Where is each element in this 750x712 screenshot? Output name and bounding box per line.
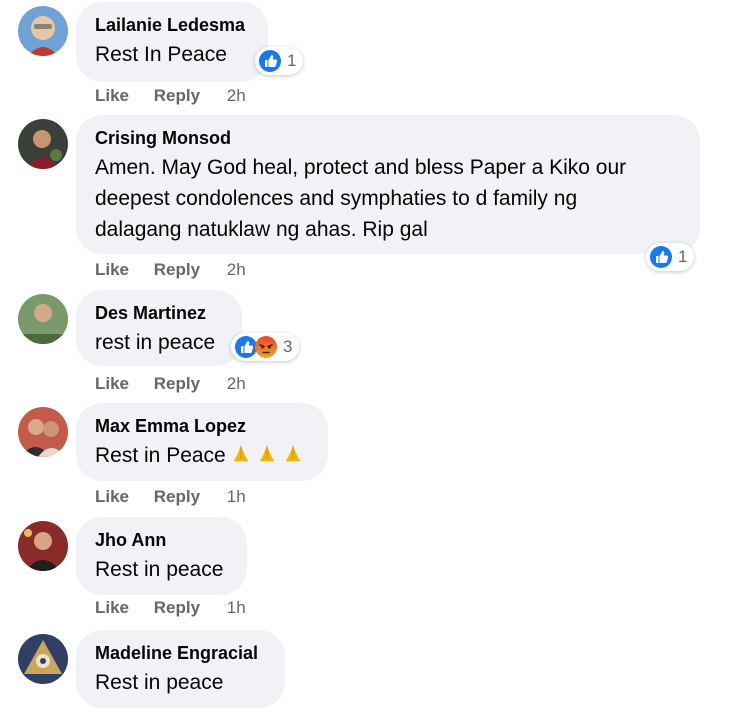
comment-text-line: Rest In Peace xyxy=(95,43,227,66)
comment-text-line: rest in peace xyxy=(95,331,216,354)
comment-text: Amen. May God heal, protect and bless Pa… xyxy=(95,152,680,245)
comment-timestamp[interactable]: 2h xyxy=(227,260,246,280)
reply-link[interactable]: Reply xyxy=(154,598,200,618)
comment-author[interactable]: Madeline Engracial xyxy=(95,642,265,664)
comment-item: Jho Ann Rest in peace Like Reply 1h xyxy=(0,517,750,627)
reaction-summary[interactable]: 3 xyxy=(231,333,300,361)
avatar[interactable] xyxy=(18,294,68,344)
comment-text-line: Amen. May God heal, protect and bless Pa… xyxy=(95,156,627,179)
comment-author[interactable]: Max Emma Lopez xyxy=(95,415,308,437)
comment-text: rest in peace xyxy=(95,327,222,358)
angry-icon xyxy=(255,336,277,358)
avatar[interactable] xyxy=(18,119,68,169)
folded-hands-icon xyxy=(259,445,275,462)
like-link[interactable]: Like xyxy=(95,260,129,280)
like-link[interactable]: Like xyxy=(95,86,129,106)
comment-timestamp[interactable]: 1h xyxy=(227,598,246,618)
reply-link[interactable]: Reply xyxy=(154,86,200,106)
comment-bubble: Lailanie Ledesma Rest In Peace xyxy=(76,2,268,82)
comment-timestamp[interactable]: 2h xyxy=(227,86,246,106)
comment-text-line: deepest condolences and symphaties to d … xyxy=(95,187,578,210)
reaction-summary[interactable]: 1 xyxy=(646,243,695,271)
comment-actions: Like Reply 1h xyxy=(95,487,246,507)
like-link[interactable]: Like xyxy=(95,598,129,618)
comment-bubble: Jho Ann Rest in peace xyxy=(76,517,247,595)
comment-item: Madeline Engracial Rest in peace xyxy=(0,630,750,712)
reply-link[interactable]: Reply xyxy=(154,487,200,507)
comment-item: Lailanie Ledesma Rest In Peace 1 Like Re… xyxy=(0,2,750,110)
reaction-count: 1 xyxy=(287,51,297,70)
comment-text-line: Rest in peace xyxy=(95,671,224,694)
comment-author[interactable]: Des Martinez xyxy=(95,302,222,324)
like-link[interactable]: Like xyxy=(95,487,129,507)
reaction-summary[interactable]: 1 xyxy=(255,47,304,75)
comment-actions: Like Reply 2h xyxy=(95,374,246,394)
like-icon xyxy=(650,246,672,268)
comment-timestamp[interactable]: 2h xyxy=(227,374,246,394)
avatar[interactable] xyxy=(18,634,68,684)
avatar[interactable] xyxy=(18,407,68,457)
comment-author[interactable]: Crising Monsod xyxy=(95,127,680,149)
comment-actions: Like Reply 1h xyxy=(95,598,246,618)
comment-author[interactable]: Lailanie Ledesma xyxy=(95,14,248,36)
comment-text: Rest in peace xyxy=(95,667,265,698)
comment-timestamp[interactable]: 1h xyxy=(227,487,246,507)
reaction-count: 1 xyxy=(678,247,688,266)
like-icon xyxy=(259,50,281,72)
comment-text: Rest In Peace xyxy=(95,39,248,70)
avatar[interactable] xyxy=(18,6,68,56)
reply-link[interactable]: Reply xyxy=(154,260,200,280)
folded-hands-icon xyxy=(233,445,249,462)
comment-text-line: Rest in Peace xyxy=(95,440,308,471)
comment-text-value: Rest in Peace xyxy=(95,444,226,467)
comment-item: Crising Monsod Amen. May God heal, prote… xyxy=(0,115,750,285)
like-link[interactable]: Like xyxy=(95,374,129,394)
comment-bubble: Max Emma Lopez Rest in Peace xyxy=(76,403,328,481)
comment-actions: Like Reply 2h xyxy=(95,86,246,106)
comment-actions: Like Reply 2h xyxy=(95,260,246,280)
folded-hands-icon xyxy=(285,445,301,462)
comment-text: Rest in peace xyxy=(95,554,227,585)
comment-bubble: Des Martinez rest in peace xyxy=(76,290,242,366)
comment-item: Max Emma Lopez Rest in Peace Like Reply … xyxy=(0,403,750,513)
reaction-count: 3 xyxy=(283,337,293,356)
comment-item: Des Martinez rest in peace 3 Like Reply … xyxy=(0,290,750,400)
reply-link[interactable]: Reply xyxy=(154,374,200,394)
avatar[interactable] xyxy=(18,521,68,571)
comment-author[interactable]: Jho Ann xyxy=(95,529,227,551)
comment-text-line: Rest in peace xyxy=(95,558,224,581)
comment-bubble: Madeline Engracial Rest in peace xyxy=(76,630,285,708)
comment-text-line: dalagang natuklaw ng ahas. Rip gal xyxy=(95,218,428,241)
comment-text: Rest in Peace xyxy=(95,440,308,471)
comment-bubble: Crising Monsod Amen. May God heal, prote… xyxy=(76,115,700,254)
